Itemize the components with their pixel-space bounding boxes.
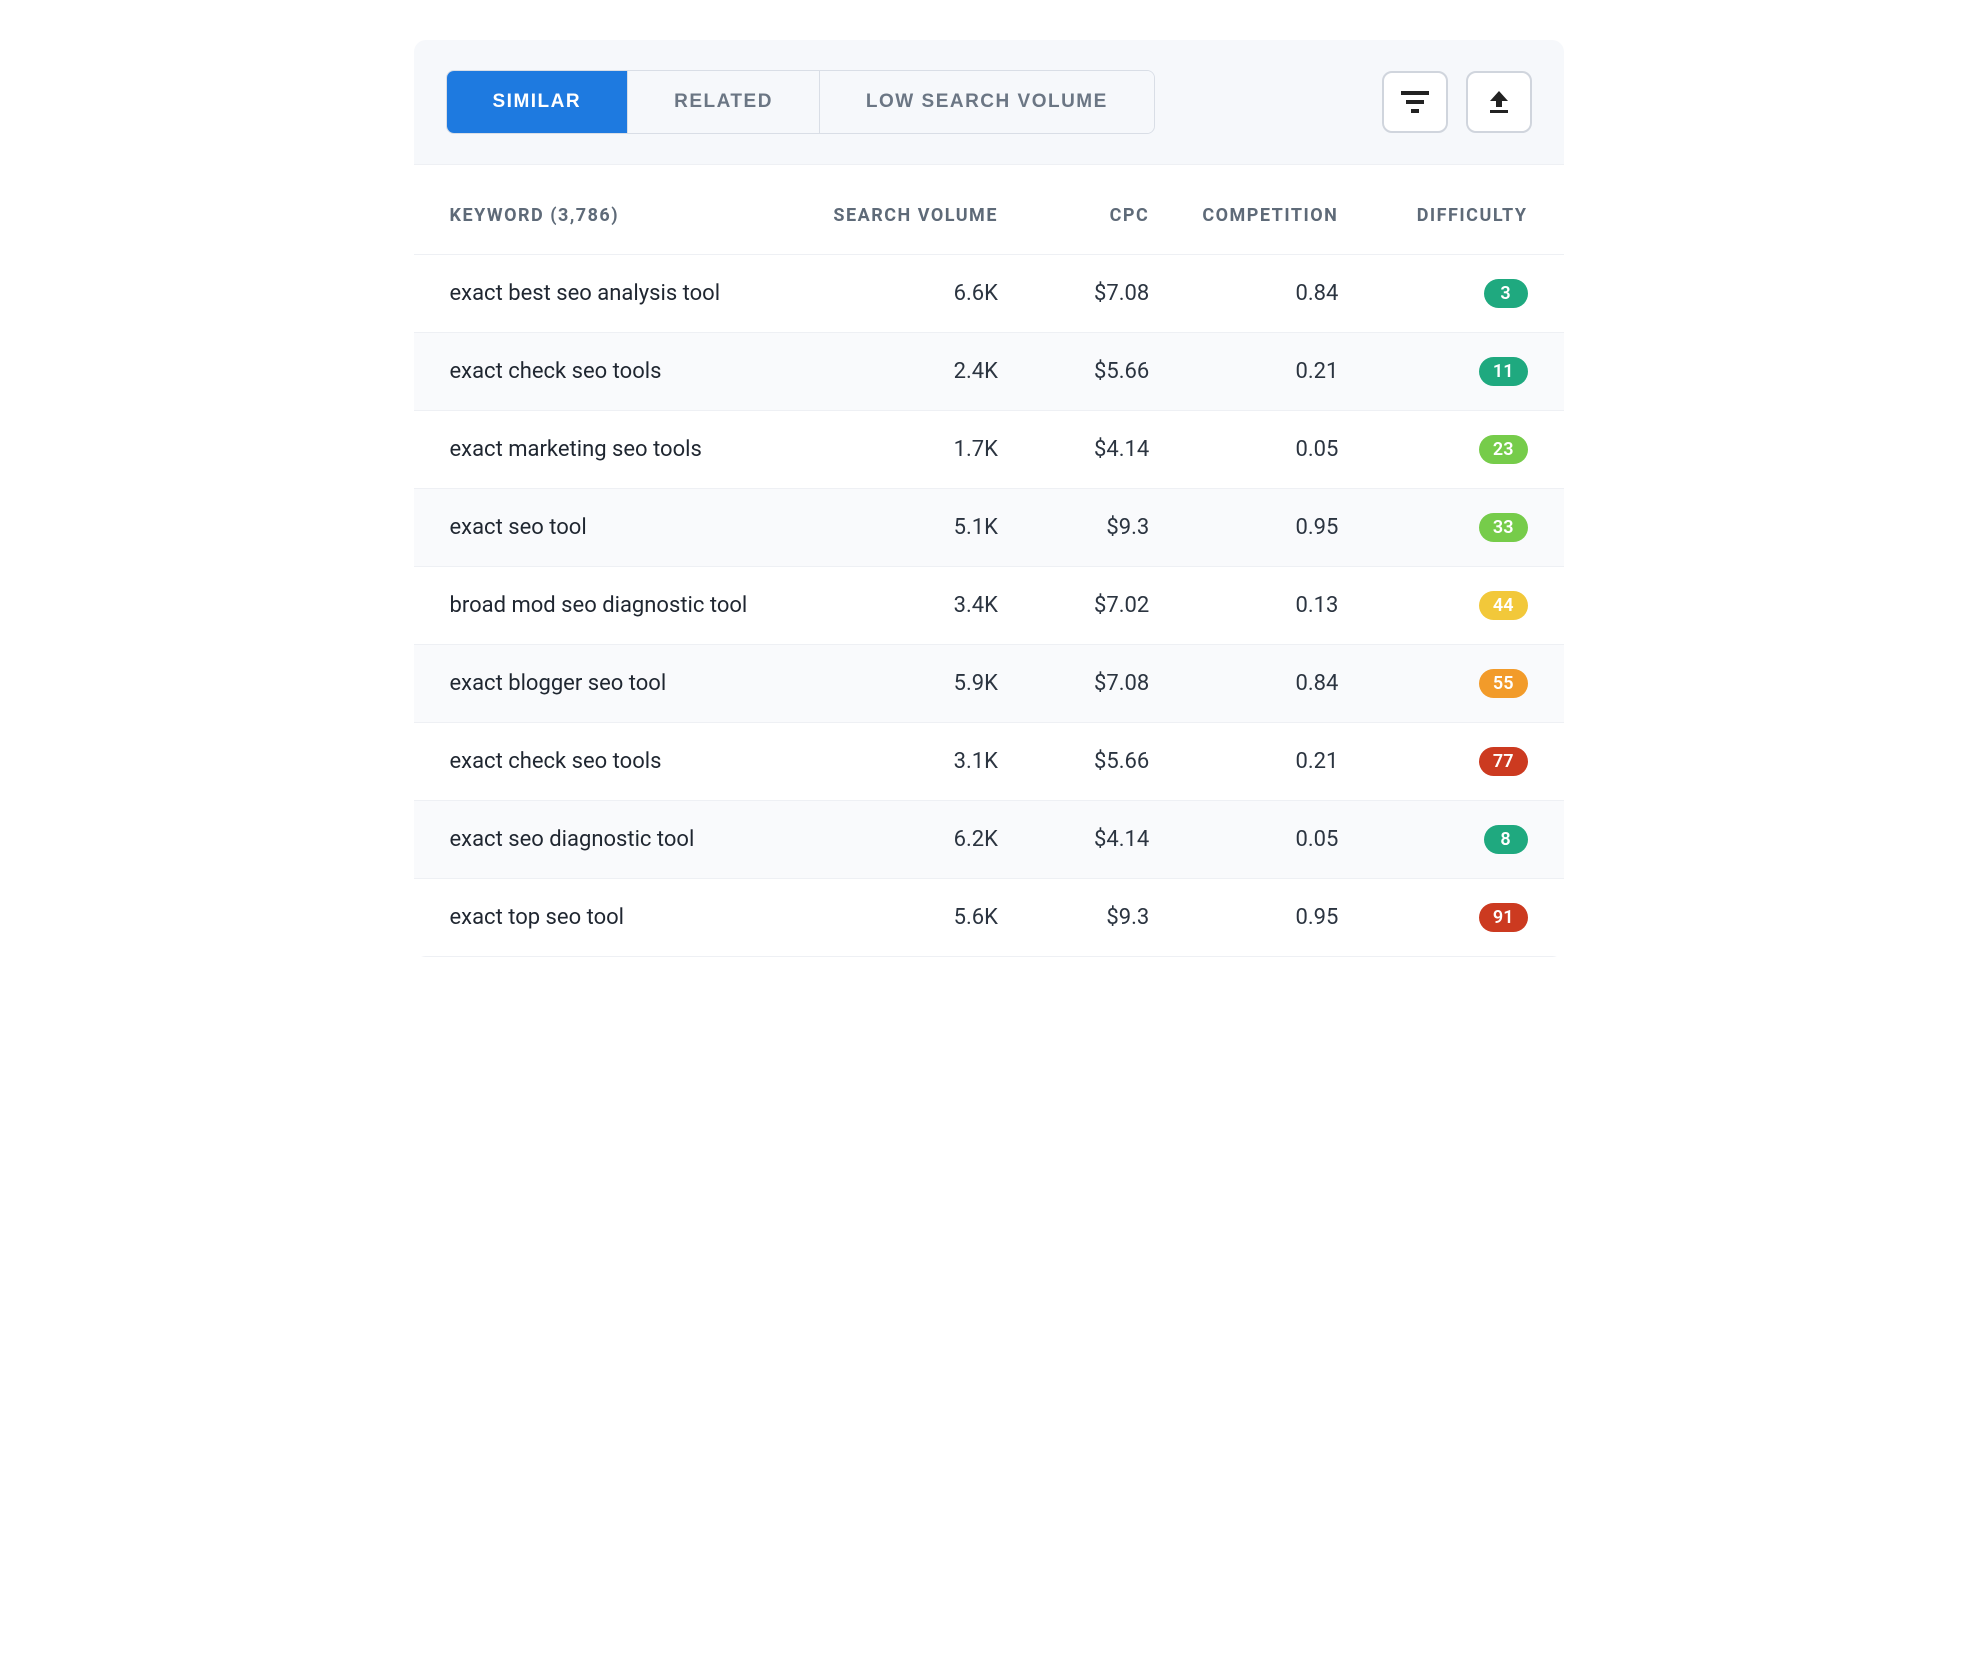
difficulty-cell: 8 <box>1338 825 1527 854</box>
col-cpc[interactable]: CPC <box>998 205 1149 226</box>
search-volume-cell: 5.6K <box>809 905 998 930</box>
competition-cell: 0.84 <box>1149 281 1338 306</box>
search-volume-cell: 3.4K <box>809 593 998 618</box>
cpc-cell: $9.3 <box>998 905 1149 930</box>
table-row[interactable]: broad mod seo diagnostic tool3.4K$7.020.… <box>414 567 1564 645</box>
export-button[interactable] <box>1466 71 1532 133</box>
difficulty-cell: 44 <box>1338 591 1527 620</box>
competition-cell: 0.05 <box>1149 827 1338 852</box>
difficulty-badge: 77 <box>1479 747 1528 776</box>
table-row[interactable]: exact marketing seo tools1.7K$4.140.05 23 <box>414 411 1564 489</box>
table-body: exact best seo analysis tool6.6K$7.080.8… <box>414 255 1564 957</box>
tab-similar[interactable]: SIMILAR <box>447 71 628 133</box>
keyword-cell: exact seo diagnostic tool <box>450 827 809 852</box>
difficulty-cell: 77 <box>1338 747 1527 776</box>
difficulty-cell: 3 <box>1338 279 1527 308</box>
cpc-cell: $4.14 <box>998 437 1149 462</box>
cpc-cell: $4.14 <box>998 827 1149 852</box>
keyword-cell: exact seo tool <box>450 515 809 540</box>
difficulty-cell: 11 <box>1338 357 1527 386</box>
tab-low-search-volume[interactable]: LOW SEARCH VOLUME <box>819 71 1154 133</box>
table-row[interactable]: exact check seo tools2.4K$5.660.21 11 <box>414 333 1564 411</box>
keyword-panel: SIMILAR RELATED LOW SEARCH VOLUME KEYWOR… <box>414 40 1564 957</box>
cpc-cell: $7.08 <box>998 671 1149 696</box>
filter-icon <box>1401 91 1429 113</box>
keyword-cell: exact best seo analysis tool <box>450 281 809 306</box>
difficulty-badge: 8 <box>1484 825 1528 854</box>
table-row[interactable]: exact check seo tools3.1K$5.660.21 77 <box>414 723 1564 801</box>
keyword-cell: exact blogger seo tool <box>450 671 809 696</box>
competition-cell: 0.95 <box>1149 905 1338 930</box>
table-row[interactable]: exact blogger seo tool5.9K$7.080.84 55 <box>414 645 1564 723</box>
competition-cell: 0.13 <box>1149 593 1338 618</box>
keyword-cell: exact check seo tools <box>450 359 809 384</box>
search-volume-cell: 5.9K <box>809 671 998 696</box>
difficulty-badge: 3 <box>1484 279 1528 308</box>
keyword-cell: exact marketing seo tools <box>450 437 809 462</box>
cpc-cell: $9.3 <box>998 515 1149 540</box>
toolbar-actions <box>1382 71 1532 133</box>
table-header: KEYWORD (3,786) SEARCH VOLUME CPC COMPET… <box>414 165 1564 255</box>
competition-cell: 0.95 <box>1149 515 1338 540</box>
competition-cell: 0.84 <box>1149 671 1338 696</box>
table-row[interactable]: exact seo diagnostic tool6.2K$4.140.05 8 <box>414 801 1564 879</box>
cpc-cell: $5.66 <box>998 749 1149 774</box>
difficulty-badge: 44 <box>1479 591 1528 620</box>
difficulty-cell: 91 <box>1338 903 1527 932</box>
search-volume-cell: 1.7K <box>809 437 998 462</box>
table-row[interactable]: exact best seo analysis tool6.6K$7.080.8… <box>414 255 1564 333</box>
difficulty-cell: 55 <box>1338 669 1527 698</box>
tab-group: SIMILAR RELATED LOW SEARCH VOLUME <box>446 70 1155 134</box>
tab-related[interactable]: RELATED <box>627 71 819 133</box>
keyword-cell: broad mod seo diagnostic tool <box>450 593 809 618</box>
difficulty-badge: 55 <box>1479 669 1528 698</box>
table-row[interactable]: exact seo tool5.1K$9.30.95 33 <box>414 489 1564 567</box>
toolbar: SIMILAR RELATED LOW SEARCH VOLUME <box>414 40 1564 165</box>
search-volume-cell: 3.1K <box>809 749 998 774</box>
keyword-cell: exact check seo tools <box>450 749 809 774</box>
competition-cell: 0.05 <box>1149 437 1338 462</box>
upload-icon <box>1486 89 1512 115</box>
table-row[interactable]: exact top seo tool5.6K$9.30.95 91 <box>414 879 1564 957</box>
col-difficulty[interactable]: DIFFICULTY <box>1338 205 1527 226</box>
competition-cell: 0.21 <box>1149 749 1338 774</box>
col-competition[interactable]: COMPETITION <box>1149 205 1338 226</box>
col-keyword[interactable]: KEYWORD (3,786) <box>450 205 809 226</box>
search-volume-cell: 6.6K <box>809 281 998 306</box>
col-search-volume[interactable]: SEARCH VOLUME <box>809 205 998 226</box>
difficulty-badge: 11 <box>1479 357 1528 386</box>
difficulty-badge: 33 <box>1479 513 1528 542</box>
difficulty-badge: 23 <box>1479 435 1528 464</box>
search-volume-cell: 6.2K <box>809 827 998 852</box>
cpc-cell: $7.02 <box>998 593 1149 618</box>
competition-cell: 0.21 <box>1149 359 1338 384</box>
difficulty-cell: 23 <box>1338 435 1527 464</box>
search-volume-cell: 5.1K <box>809 515 998 540</box>
cpc-cell: $5.66 <box>998 359 1149 384</box>
search-volume-cell: 2.4K <box>809 359 998 384</box>
cpc-cell: $7.08 <box>998 281 1149 306</box>
difficulty-badge: 91 <box>1479 903 1528 932</box>
filter-button[interactable] <box>1382 71 1448 133</box>
keyword-cell: exact top seo tool <box>450 905 809 930</box>
difficulty-cell: 33 <box>1338 513 1527 542</box>
